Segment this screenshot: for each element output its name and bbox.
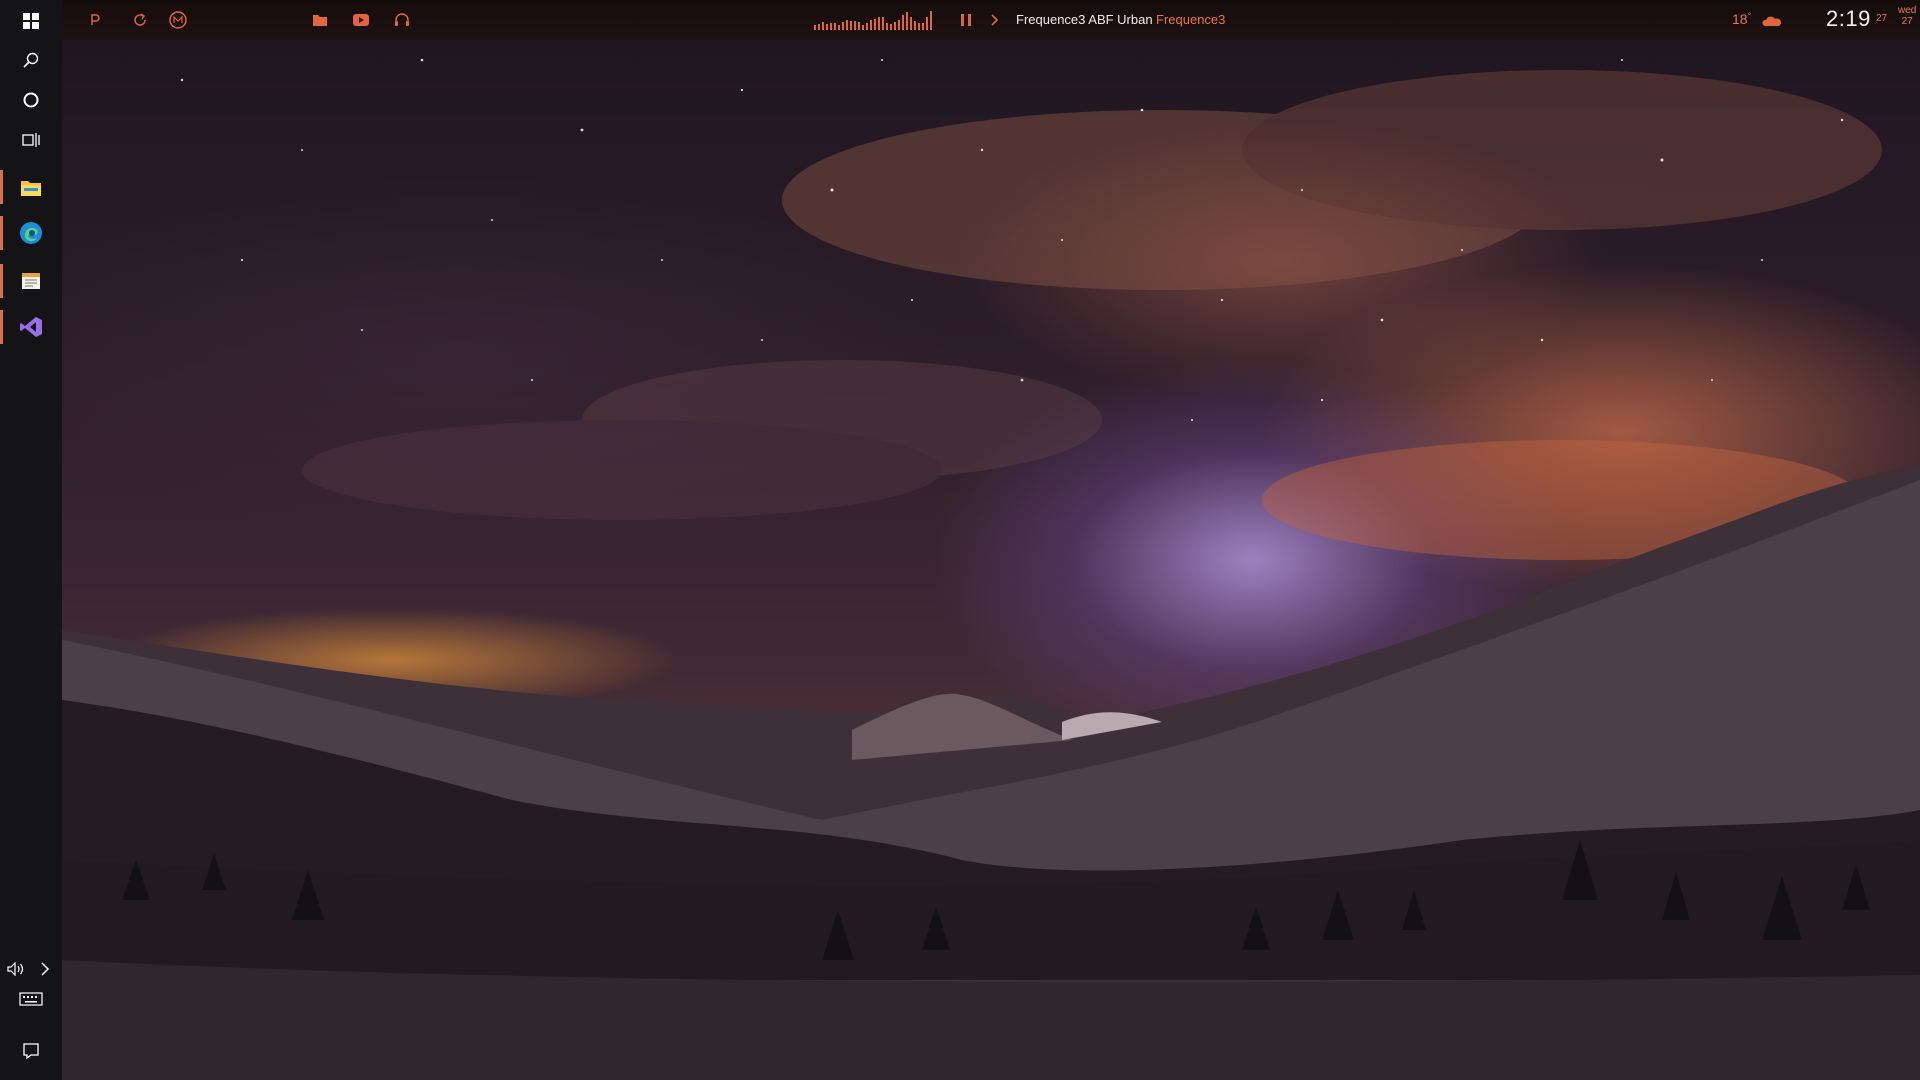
- clock-date: 27: [1876, 13, 1888, 24]
- visualizer-bar: [902, 15, 904, 30]
- clock-day: wed 27: [1898, 5, 1916, 27]
- visualizer-bar: [906, 12, 908, 30]
- volume-icon[interactable]: [0, 958, 32, 980]
- visualizer-bar: [894, 22, 896, 30]
- visualizer-bar: [890, 24, 892, 30]
- visualizer-bar: [930, 11, 932, 30]
- weather-temperature: 18°: [1732, 11, 1752, 27]
- wallpaper-landscape: [62, 58, 1920, 1080]
- file-explorer-icon[interactable]: [0, 168, 62, 206]
- cortana-icon[interactable]: [0, 84, 62, 116]
- task-view-icon[interactable]: [0, 124, 62, 156]
- visualizer-bar: [878, 17, 880, 30]
- audio-visualizer: [814, 8, 932, 32]
- expand-chevron-icon[interactable]: [32, 958, 58, 980]
- visualizer-bar: [926, 17, 928, 30]
- p-icon[interactable]: [90, 10, 100, 30]
- visualizer-bar: [918, 23, 920, 30]
- visualizer-bar: [834, 23, 836, 30]
- visualizer-bar: [842, 22, 844, 30]
- next-icon[interactable]: [990, 10, 1000, 30]
- pause-icon[interactable]: [960, 10, 972, 30]
- keyboard-icon[interactable]: [0, 988, 62, 1010]
- windows-start-icon[interactable]: [0, 6, 62, 36]
- visualizer-bar: [870, 20, 872, 30]
- top-bar: Frequence3 ABF Urban Frequence3 18° 2:19…: [62, 0, 1920, 40]
- visualizer-bar: [898, 20, 900, 30]
- now-playing-artist[interactable]: Frequence3: [1156, 12, 1225, 27]
- day-number: 27: [1901, 16, 1913, 27]
- now-playing-title[interactable]: Frequence3 ABF Urban: [1016, 12, 1153, 27]
- visualizer-bar: [818, 24, 820, 30]
- visualizer-bar: [814, 25, 816, 30]
- visualizer-bar: [922, 23, 924, 30]
- edge-icon[interactable]: [0, 214, 62, 252]
- visualizer-bar: [910, 17, 912, 30]
- desktop-wallpaper: [62, 0, 1920, 1080]
- visualizer-bar: [882, 17, 884, 30]
- visual-studio-icon[interactable]: [0, 308, 62, 346]
- search-icon[interactable]: [0, 44, 62, 76]
- visualizer-bar: [874, 19, 876, 30]
- visualizer-bar: [826, 24, 828, 30]
- headphones-icon[interactable]: [394, 10, 410, 30]
- visualizer-bar: [886, 23, 888, 30]
- folder-icon[interactable]: [312, 10, 328, 30]
- visualizer-bar: [854, 21, 856, 30]
- cloud-icon: [1762, 11, 1782, 31]
- day-name: wed: [1898, 5, 1917, 16]
- visualizer-bar: [838, 25, 840, 30]
- youtube-icon[interactable]: [352, 10, 370, 30]
- visualizer-bar: [866, 23, 868, 30]
- m-icon[interactable]: [168, 10, 188, 30]
- visualizer-bar: [850, 21, 852, 30]
- visualizer-bar: [822, 22, 824, 30]
- taskbar: [0, 0, 62, 1080]
- visualizer-bar: [862, 25, 864, 30]
- notifications-icon[interactable]: [0, 1040, 62, 1062]
- visualizer-bar: [846, 20, 848, 30]
- visualizer-bar: [914, 21, 916, 30]
- visualizer-bar: [830, 23, 832, 30]
- notepad-icon[interactable]: [0, 262, 62, 300]
- visualizer-bar: [858, 22, 860, 30]
- clock-time[interactable]: 2:19: [1826, 6, 1871, 32]
- refresh-icon[interactable]: [132, 10, 148, 30]
